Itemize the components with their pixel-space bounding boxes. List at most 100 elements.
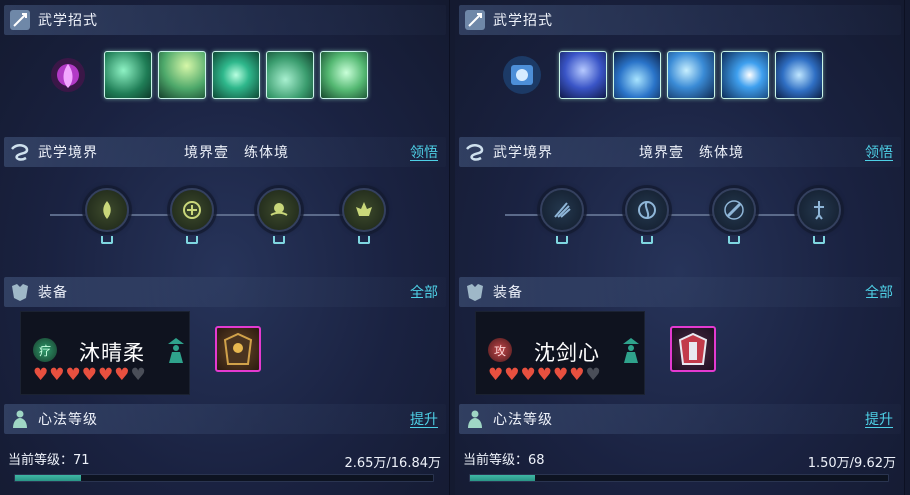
sword-icon <box>463 8 487 32</box>
role-badge: 疗 <box>33 338 57 362</box>
realm-slot-4 <box>813 236 825 244</box>
skill-icon-4[interactable] <box>721 51 769 99</box>
heart-filled-icon: ♥ <box>98 365 114 385</box>
mind-method-header: 心法等级 提升 <box>459 404 901 434</box>
all-equipment-link[interactable]: 全部 <box>865 282 893 302</box>
section-title: 心法等级 <box>493 412 553 428</box>
skill-icon-5[interactable] <box>775 51 823 99</box>
character-card[interactable]: 疗 沐晴柔 ♥ ♥ ♥ ♥ ♥ ♥ ♥ <box>20 311 190 395</box>
realm-stage: 练体境 <box>244 145 289 161</box>
level-progress-bar <box>469 474 889 482</box>
realm-slot-2 <box>641 236 653 244</box>
upgrade-link[interactable]: 提升 <box>865 409 893 429</box>
sword-icon <box>8 8 32 32</box>
skill-icon-3[interactable] <box>212 51 260 99</box>
equipment-header: 装备 全部 <box>4 277 446 307</box>
hearts-rating: ♥ ♥ ♥ ♥ ♥ ♥ ♥ <box>33 367 146 384</box>
heart-empty-icon: ♥ <box>585 365 601 385</box>
heart-filled-icon: ♥ <box>488 365 504 385</box>
skill-icon-5[interactable] <box>320 51 368 99</box>
realm-slot-2 <box>186 236 198 244</box>
realm-node-3[interactable] <box>712 188 756 232</box>
heart-filled-icon: ♥ <box>536 365 552 385</box>
heart-filled-icon: ♥ <box>114 365 130 385</box>
realm-slot-1 <box>101 236 113 244</box>
skill-row <box>0 50 449 100</box>
exp-text: 2.65万/16.84万 <box>344 456 441 471</box>
equipment-item[interactable] <box>670 326 716 372</box>
exp-text: 1.50万/9.62万 <box>807 456 896 471</box>
heart-filled-icon: ♥ <box>81 365 97 385</box>
level-progress-bar <box>14 474 434 482</box>
comprehend-link[interactable]: 领悟 <box>865 142 893 162</box>
realm-node-2[interactable] <box>625 188 669 232</box>
skill-icon-2[interactable] <box>158 51 206 99</box>
realm-node-2[interactable] <box>170 188 214 232</box>
skill-row <box>455 50 904 100</box>
realm-node-1[interactable] <box>540 188 584 232</box>
realm-node-1[interactable] <box>85 188 129 232</box>
realm-node-3[interactable] <box>257 188 301 232</box>
section-title: 武学招式 <box>38 13 98 29</box>
heart-filled-icon: ♥ <box>520 365 536 385</box>
progress-fill <box>470 475 536 481</box>
progress-fill <box>15 475 81 481</box>
character-figure-icon <box>620 336 642 368</box>
realm-slot-4 <box>358 236 370 244</box>
realm-stage: 练体境 <box>699 145 744 161</box>
scroll-skill-icon[interactable] <box>501 54 543 96</box>
armor-icon <box>8 280 32 304</box>
current-level: 当前等级：71 <box>8 453 90 468</box>
character-panel-right: 武学招式 武学境界 境界壹 练体境 领悟 装备 全部 攻 沈剑心 ♥ ♥ ♥ ♥… <box>455 0 905 495</box>
equipment-item[interactable] <box>215 326 261 372</box>
realm-level: 境界壹 <box>639 145 684 161</box>
swirl-icon <box>463 140 487 164</box>
martial-moves-header: 武学招式 <box>459 5 901 35</box>
role-badge: 攻 <box>488 338 512 362</box>
mind-method-header: 心法等级 提升 <box>4 404 446 434</box>
character-card[interactable]: 攻 沈剑心 ♥ ♥ ♥ ♥ ♥ ♥ ♥ <box>475 311 645 395</box>
section-title: 武学境界 <box>493 145 553 161</box>
martial-realm-header: 武学境界 境界壹 练体境 领悟 <box>4 137 446 167</box>
meditation-icon <box>8 407 32 431</box>
comprehend-link[interactable]: 领悟 <box>410 142 438 162</box>
character-name: 沐晴柔 <box>79 341 145 365</box>
martial-moves-header: 武学招式 <box>4 5 446 35</box>
heart-skill-icon[interactable] <box>48 54 88 96</box>
martial-realm-header: 武学境界 境界壹 练体境 领悟 <box>459 137 901 167</box>
realm-level: 境界壹 <box>184 145 229 161</box>
skill-icon-3[interactable] <box>667 51 715 99</box>
section-title: 心法等级 <box>38 412 98 428</box>
upgrade-link[interactable]: 提升 <box>410 409 438 429</box>
heart-filled-icon: ♥ <box>569 365 585 385</box>
character-name: 沈剑心 <box>534 341 600 365</box>
realm-node-4[interactable] <box>342 188 386 232</box>
section-title: 装备 <box>38 285 68 301</box>
heart-filled-icon: ♥ <box>553 365 569 385</box>
armor-icon <box>463 280 487 304</box>
realm-slot-3 <box>273 236 285 244</box>
hearts-rating: ♥ ♥ ♥ ♥ ♥ ♥ ♥ <box>488 367 601 384</box>
heart-filled-icon: ♥ <box>65 365 81 385</box>
swirl-icon <box>8 140 32 164</box>
current-level: 当前等级：68 <box>463 453 545 468</box>
section-title: 装备 <box>493 285 523 301</box>
section-title: 武学招式 <box>493 13 553 29</box>
realm-node-4[interactable] <box>797 188 841 232</box>
equipment-header: 装备 全部 <box>459 277 901 307</box>
character-panel-left: 武学招式 武学境界 境界壹 练体境 领悟 装备 全部 疗 沐晴柔 ♥ ♥ ♥ ♥… <box>0 0 450 495</box>
realm-slot-1 <box>556 236 568 244</box>
skill-icon-1[interactable] <box>559 51 607 99</box>
realm-slot-3 <box>728 236 740 244</box>
section-title: 武学境界 <box>38 145 98 161</box>
all-equipment-link[interactable]: 全部 <box>410 282 438 302</box>
heart-empty-icon: ♥ <box>130 365 146 385</box>
heart-filled-icon: ♥ <box>504 365 520 385</box>
skill-icon-4[interactable] <box>266 51 314 99</box>
heart-filled-icon: ♥ <box>33 365 49 385</box>
heart-filled-icon: ♥ <box>49 365 65 385</box>
character-figure-icon <box>165 336 187 368</box>
meditation-icon <box>463 407 487 431</box>
skill-icon-2[interactable] <box>613 51 661 99</box>
skill-icon-1[interactable] <box>104 51 152 99</box>
